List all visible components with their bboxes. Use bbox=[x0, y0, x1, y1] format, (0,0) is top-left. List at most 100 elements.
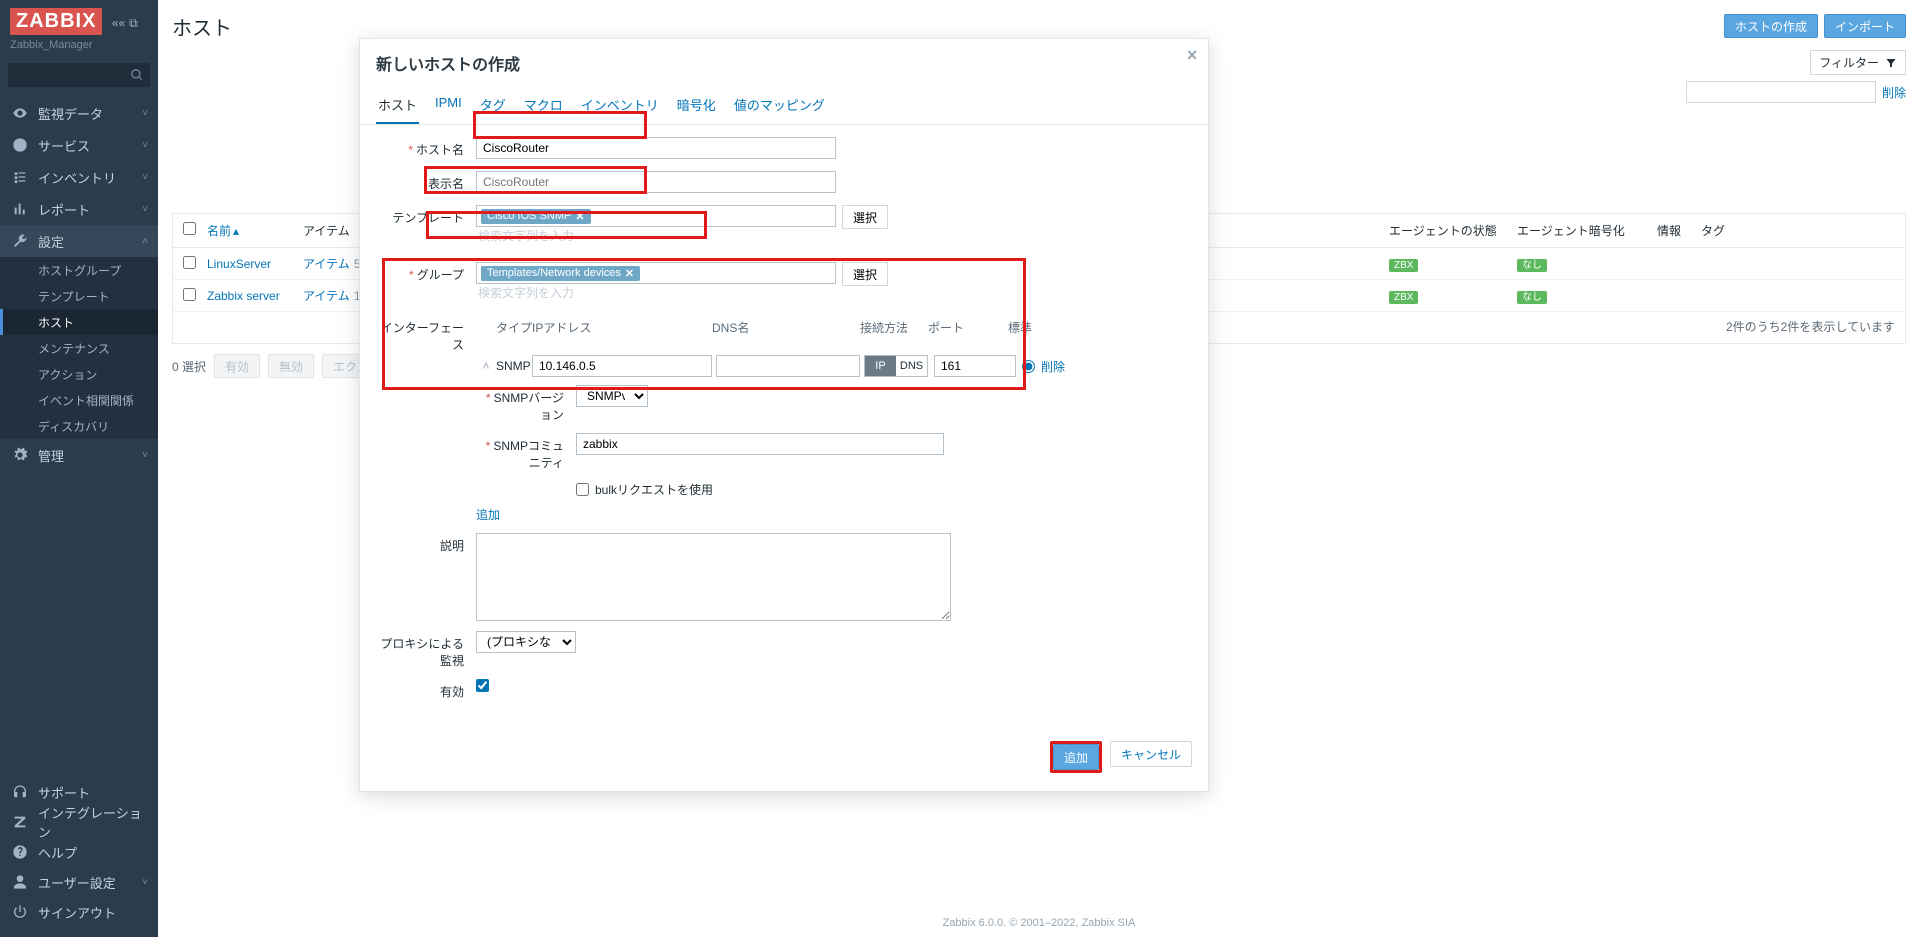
logo[interactable]: ZABBIX bbox=[10, 8, 102, 35]
col-name-header[interactable]: 名前▴ bbox=[207, 222, 303, 239]
groups-field[interactable]: Templates/Network devices ✕ bbox=[476, 262, 836, 284]
subnav-item[interactable]: イベント相関関係 bbox=[0, 387, 158, 413]
visible-name-input[interactable] bbox=[476, 171, 836, 193]
subnav-item[interactable]: ホストグループ bbox=[0, 257, 158, 283]
import-button[interactable]: インポート bbox=[1824, 14, 1906, 38]
iface-ip-input[interactable] bbox=[532, 355, 712, 377]
templates-select-button[interactable]: 選択 bbox=[842, 205, 888, 229]
iface-collapse-icon[interactable]: ˄ bbox=[476, 359, 496, 373]
bulk-enable-button[interactable]: 有効 bbox=[214, 354, 260, 378]
items-link[interactable]: アイテム bbox=[303, 257, 350, 271]
sidebar-collapse-icon[interactable]: «« bbox=[112, 16, 125, 31]
nav-bottom-power[interactable]: サインアウト bbox=[0, 897, 158, 927]
iface-col-ip: IPアドレス bbox=[532, 319, 712, 336]
remove-token-icon[interactable]: ✕ bbox=[625, 267, 634, 280]
bulk-disable-button[interactable]: 無効 bbox=[268, 354, 314, 378]
groups-label: グループ bbox=[417, 268, 464, 282]
modal-tab[interactable]: マクロ bbox=[522, 87, 565, 124]
col-agent-state-header: エージェントの状態 bbox=[1389, 222, 1497, 239]
modal-tab[interactable]: タグ bbox=[478, 87, 508, 124]
create-host-button[interactable]: ホストの作成 bbox=[1724, 14, 1818, 38]
iface-col-dns: DNS名 bbox=[712, 319, 860, 336]
template-token[interactable]: Cisco IOS SNMP ✕ bbox=[481, 209, 591, 224]
col-agent-enc-header: エージェント暗号化 bbox=[1517, 222, 1625, 239]
snmp-community-label: SNMPコミュニティ bbox=[493, 439, 564, 470]
iface-col-conn: 接続方法 bbox=[860, 319, 928, 336]
nav-bottom-z[interactable]: インテグレーション bbox=[0, 807, 158, 837]
host-name-link[interactable]: LinuxServer bbox=[207, 257, 271, 271]
iface-col-port: ポート bbox=[928, 319, 1008, 336]
filter-label: フィルター bbox=[1819, 54, 1879, 71]
snmp-version-select[interactable]: SNMPv2 bbox=[576, 385, 648, 407]
enabled-label: 有効 bbox=[440, 685, 464, 699]
sidebar: ZABBIX «« ⧉ Zabbix_Manager 監視データ˅サービス˅イン… bbox=[0, 0, 158, 937]
subnav-item[interactable]: テンプレート bbox=[0, 283, 158, 309]
groups-select-button[interactable]: 選択 bbox=[842, 262, 888, 286]
modal-add-button[interactable]: 追加 bbox=[1053, 744, 1099, 770]
iface-type: SNMP bbox=[496, 359, 532, 373]
iface-remove-link[interactable]: 削除 bbox=[1041, 358, 1065, 375]
group-token[interactable]: Templates/Network devices ✕ bbox=[481, 266, 640, 281]
items-link[interactable]: アイテム bbox=[303, 289, 350, 303]
col-info-header: 情報 bbox=[1657, 222, 1681, 239]
proxy-select[interactable]: (プロキシなし) bbox=[476, 631, 576, 653]
filter-toggle[interactable]: フィルター bbox=[1810, 50, 1906, 75]
sidebar-popout-icon[interactable]: ⧉ bbox=[129, 16, 138, 31]
col-tag-header: タグ bbox=[1701, 222, 1725, 239]
sidebar-header: ZABBIX «« ⧉ Zabbix_Manager bbox=[0, 0, 158, 55]
modal-tab[interactable]: IPMI bbox=[433, 87, 464, 124]
description-textarea[interactable] bbox=[476, 533, 951, 621]
description-label: 説明 bbox=[440, 539, 464, 553]
nav-item-eye[interactable]: 監視データ˅ bbox=[0, 97, 158, 129]
nav-item-bar[interactable]: レポート˅ bbox=[0, 193, 158, 225]
row-checkbox[interactable] bbox=[183, 256, 196, 269]
subnav-item[interactable]: アクション bbox=[0, 361, 158, 387]
close-icon[interactable]: ✕ bbox=[1186, 47, 1198, 64]
modal-cancel-button[interactable]: キャンセル bbox=[1110, 741, 1192, 767]
iface-conn-dns-button[interactable]: DNS bbox=[896, 356, 927, 376]
template-hint: 検索文字列を入力 bbox=[478, 227, 836, 244]
modal-title: 新しいホストの作成 ✕ bbox=[360, 39, 1208, 81]
create-host-modal: 新しいホストの作成 ✕ ホスト IPMI タグマクロインベントリ暗号化値のマッピング… bbox=[359, 38, 1209, 792]
search-icon bbox=[130, 68, 144, 82]
modal-tab[interactable]: 値のマッピング bbox=[732, 87, 827, 124]
templates-field[interactable]: Cisco IOS SNMP ✕ bbox=[476, 205, 836, 227]
modal-tab[interactable]: 暗号化 bbox=[675, 87, 718, 124]
iface-col-standard: 標準 bbox=[1008, 319, 1032, 336]
tag-filter-input[interactable] bbox=[1686, 81, 1876, 103]
top-remove-link[interactable]: 削除 bbox=[1882, 84, 1906, 101]
iface-dns-input[interactable] bbox=[716, 355, 860, 377]
modal-tab[interactable]: インベントリ bbox=[579, 87, 661, 124]
iface-port-input[interactable] bbox=[934, 355, 1016, 377]
nav-bottom-user[interactable]: ユーザー設定˅ bbox=[0, 867, 158, 897]
add-interface-link[interactable]: 追加 bbox=[476, 506, 1192, 523]
snmp-community-input[interactable] bbox=[576, 433, 944, 455]
modal-tab[interactable]: ホスト bbox=[376, 87, 419, 124]
agent-state-badge: ZBX bbox=[1389, 259, 1418, 272]
row-checkbox[interactable] bbox=[183, 288, 196, 301]
bulk-request-checkbox[interactable] bbox=[576, 483, 589, 496]
bulk-request-label: bulkリクエストを使用 bbox=[595, 481, 713, 498]
nav-item-gear[interactable]: 管理˅ bbox=[0, 439, 158, 471]
agent-enc-badge: なし bbox=[1517, 259, 1547, 272]
enabled-checkbox[interactable] bbox=[476, 679, 489, 692]
search-box[interactable] bbox=[8, 63, 150, 87]
nav-bottom-help[interactable]: ヘルプ bbox=[0, 837, 158, 867]
host-name-link[interactable]: Zabbix server bbox=[207, 289, 280, 303]
nav-item-wrench[interactable]: 設定˄ bbox=[0, 225, 158, 257]
nav-item-clock[interactable]: サービス˅ bbox=[0, 129, 158, 161]
remove-token-icon[interactable]: ✕ bbox=[575, 210, 584, 223]
subnav-item[interactable]: メンテナンス bbox=[0, 335, 158, 361]
hostname-input[interactable] bbox=[476, 137, 836, 159]
select-all-checkbox[interactable] bbox=[183, 222, 196, 235]
subnav-item[interactable]: ホスト bbox=[0, 309, 158, 335]
server-name: Zabbix_Manager bbox=[10, 39, 148, 51]
nav-item-list[interactable]: インベントリ˅ bbox=[0, 161, 158, 193]
page-footer: Zabbix 6.0.0. © 2001–2022, Zabbix SIA bbox=[158, 917, 1920, 929]
iface-default-radio[interactable] bbox=[1022, 360, 1035, 373]
iface-conn-ip-button[interactable]: IP bbox=[865, 356, 896, 376]
proxy-label: プロキシによる監視 bbox=[380, 637, 464, 668]
iface-col-type: タイプ bbox=[496, 319, 532, 336]
subnav-item[interactable]: ディスカバリ bbox=[0, 413, 158, 439]
page-title: ホスト bbox=[172, 12, 232, 41]
